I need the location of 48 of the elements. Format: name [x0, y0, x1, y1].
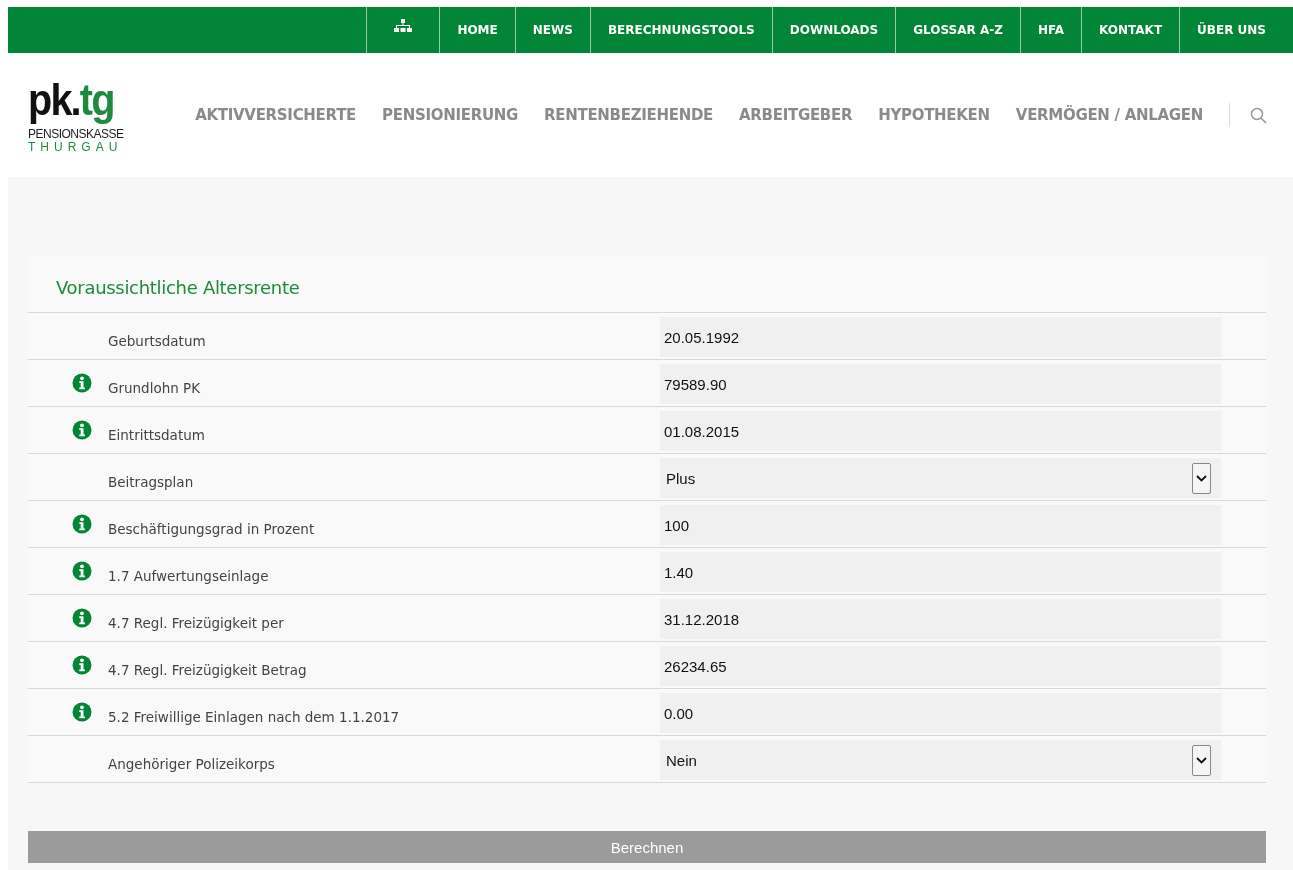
field-label: Grundlohn PK — [108, 379, 202, 396]
chevron-down-icon — [1192, 462, 1211, 494]
select-field[interactable]: Plus — [660, 458, 1221, 498]
top-nav-link[interactable]: NEWS — [514, 7, 590, 53]
input-field[interactable]: 79589.90 — [660, 364, 1221, 404]
input-field[interactable]: 20.05.1992 — [660, 317, 1221, 357]
search-icon[interactable] — [1250, 106, 1267, 124]
info-icon[interactable] — [72, 655, 92, 675]
select-field[interactable]: Nein — [660, 740, 1221, 780]
logo-subtitle: PENSIONSKASSE — [28, 128, 124, 141]
top-nav-link[interactable]: HFA — [1019, 7, 1082, 53]
field-label: Geburtsdatum — [108, 332, 207, 349]
info-icon[interactable] — [72, 373, 92, 393]
main-nav-link[interactable]: RENTENBEZIEHENDE — [544, 106, 714, 124]
top-nav-link[interactable]: BERECHNUNGSTOOLS — [589, 7, 772, 53]
info-icon[interactable] — [72, 420, 92, 440]
main-nav-link[interactable]: AKTIVVERSICHERTE — [195, 106, 356, 124]
field-label: Eintrittsdatum — [108, 426, 206, 443]
top-nav-link[interactable]: GLOSSAR A-Z — [895, 7, 1020, 53]
main-nav-link[interactable]: HYPOTHEKEN — [878, 106, 990, 124]
chevron-down-icon — [1192, 744, 1211, 776]
field-label: 4.7 Regl. Freizügigkeit Betrag — [108, 661, 308, 678]
input-field[interactable]: 01.08.2015 — [660, 411, 1221, 451]
form-title: Voraussichtliche Altersrente — [55, 276, 301, 300]
main-nav-link[interactable]: ARBEITGEBER — [739, 106, 853, 124]
field-label: Beitragsplan — [108, 473, 195, 490]
info-icon[interactable] — [72, 608, 92, 628]
input-field[interactable]: 100 — [660, 505, 1221, 545]
info-icon[interactable] — [72, 702, 92, 722]
field-label: Angehöriger Polizeikorps — [108, 755, 276, 772]
main-nav-link[interactable]: PENSIONIERUNG — [382, 106, 519, 124]
top-nav-link[interactable]: KONTAKT — [1081, 7, 1180, 53]
field-label: 1.7 Aufwertungseinlage — [108, 567, 270, 584]
field-label: Beschäftigungsgrad in Prozent — [108, 520, 316, 537]
input-field[interactable]: 1.40 — [660, 552, 1221, 592]
info-icon[interactable] — [72, 561, 92, 581]
calculate-button[interactable]: Berechnen — [28, 831, 1266, 863]
top-nav-link[interactable]: HOME — [439, 7, 515, 53]
input-field[interactable]: 0.00 — [660, 693, 1221, 733]
logo-subtitle: THURGAU — [28, 141, 124, 154]
top-nav-link[interactable]: DOWNLOADS — [771, 7, 896, 53]
info-icon[interactable] — [72, 514, 92, 534]
input-field[interactable]: 31.12.2018 — [660, 599, 1221, 639]
main-nav-link[interactable]: VERMÖGEN / ANLAGEN — [1015, 106, 1203, 124]
input-field[interactable]: 26234.65 — [660, 646, 1221, 686]
field-label: 4.7 Regl. Freizügigkeit per — [108, 614, 285, 631]
top-nav-link[interactable]: ÜBER UNS — [1179, 7, 1283, 53]
field-label: 5.2 Freiwillige Einlagen nach dem 1.1.2017 — [108, 708, 401, 725]
